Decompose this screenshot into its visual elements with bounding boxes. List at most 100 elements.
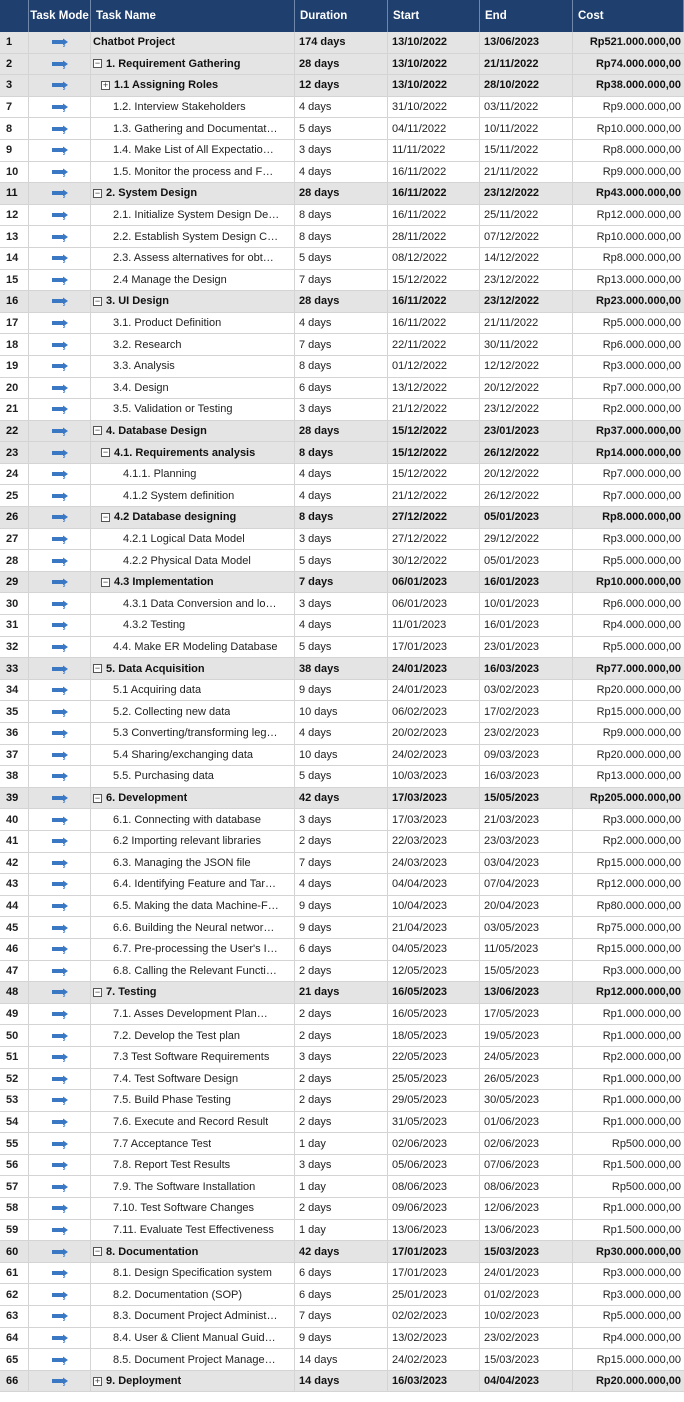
table-row[interactable]: 57 7.9. The Software Installation 1 day 08/… [0, 1176, 684, 1199]
task-mode-cell[interactable] [29, 32, 91, 53]
table-row[interactable]: 20 3.4. Design 6 days 13/12/2022 20/12/2022 R… [0, 377, 684, 400]
duration-cell[interactable]: 2 days [295, 1003, 388, 1025]
end-date-cell[interactable]: 23/03/2023 [480, 830, 573, 852]
task-name-cell[interactable]: 7.10. Test Software Changes [91, 1198, 295, 1219]
cost-cell[interactable]: Rp1.000.000,00 [573, 1069, 684, 1090]
duration-cell[interactable]: 9 days [295, 679, 388, 701]
duration-cell[interactable]: 7 days [295, 571, 388, 593]
duration-cell[interactable]: 7 days [295, 334, 388, 355]
duration-cell[interactable]: 3 days [295, 399, 388, 420]
task-mode-cell[interactable] [29, 982, 91, 1003]
collapse-minus-icon[interactable]: − [93, 188, 102, 198]
row-id-cell[interactable]: 17 [0, 312, 29, 334]
table-row[interactable]: 47 6.8. Calling the Relevant Functi… 2 day… [0, 960, 684, 983]
duration-cell[interactable]: 8 days [295, 507, 388, 528]
duration-cell[interactable]: 4 days [295, 723, 388, 744]
end-date-cell[interactable]: 28/10/2022 [480, 75, 573, 96]
duration-cell[interactable]: 3 days [295, 1154, 388, 1176]
collapse-minus-icon[interactable]: − [93, 664, 102, 674]
task-name-cell[interactable]: 4.2.2 Physical Data Model [91, 550, 295, 571]
task-mode-cell[interactable] [29, 960, 91, 982]
task-mode-cell[interactable] [29, 226, 91, 247]
cost-cell[interactable]: Rp13.000.000,00 [573, 270, 684, 291]
column-header-id[interactable] [0, 0, 29, 32]
task-mode-cell[interactable] [29, 1370, 91, 1392]
duration-cell[interactable]: 3 days [295, 139, 388, 161]
row-id-cell[interactable]: 23 [0, 442, 29, 463]
duration-cell[interactable]: 1 day [295, 1176, 388, 1198]
task-name-cell[interactable]: 4.4. Make ER Modeling Database [91, 636, 295, 658]
row-id-cell[interactable]: 51 [0, 1046, 29, 1068]
table-row[interactable]: 58 7.10. Test Software Changes 2 days 09/06… [0, 1198, 684, 1220]
row-id-cell[interactable]: 64 [0, 1327, 29, 1349]
table-row[interactable]: 54 7.6. Execute and Record Result 2 days 31… [0, 1111, 684, 1134]
start-date-cell[interactable]: 27/12/2022 [388, 528, 480, 550]
end-date-cell[interactable]: 13/06/2023 [480, 32, 573, 53]
end-date-cell[interactable]: 23/01/2023 [480, 636, 573, 658]
start-date-cell[interactable]: 21/12/2022 [388, 399, 480, 420]
cost-cell[interactable]: Rp1.000.000,00 [573, 1004, 684, 1025]
task-name-cell[interactable]: −4.1. Requirements analysis [91, 442, 295, 463]
duration-cell[interactable]: 4 days [295, 874, 388, 895]
end-date-cell[interactable]: 29/12/2022 [480, 528, 573, 550]
end-date-cell[interactable]: 13/06/2023 [480, 1219, 573, 1241]
cost-cell[interactable]: Rp205.000.000,00 [573, 788, 684, 809]
table-row[interactable]: 25 4.1.2 System definition 4 days 21/12/202… [0, 485, 684, 508]
table-row[interactable]: 12 2.1. Initialize System Design De… 8 day… [0, 204, 684, 227]
duration-cell[interactable]: 7 days [295, 269, 388, 291]
row-id-cell[interactable]: 20 [0, 377, 29, 399]
cost-cell[interactable]: Rp23.000.000,00 [573, 291, 684, 312]
table-row[interactable]: 42 6.3. Managing the JSON file 7 days 24/03… [0, 852, 684, 875]
task-mode-cell[interactable] [29, 442, 91, 463]
row-id-cell[interactable]: 63 [0, 1306, 29, 1327]
table-row[interactable]: 7 1.2. Interview Stakeholders 4 days 31/10/… [0, 96, 684, 119]
start-date-cell[interactable]: 06/01/2023 [388, 571, 480, 593]
table-row[interactable]: 33−5. Data Acquisition 38 days 24/01/2023 1… [0, 658, 684, 680]
end-date-cell[interactable]: 15/11/2022 [480, 139, 573, 161]
task-name-cell[interactable]: 4.2.1 Logical Data Model [91, 528, 295, 550]
expand-plus-icon[interactable]: + [101, 80, 110, 90]
end-date-cell[interactable]: 03/02/2023 [480, 679, 573, 701]
task-mode-cell[interactable] [29, 247, 91, 269]
cost-cell[interactable]: Rp3.000.000,00 [573, 1263, 684, 1284]
task-mode-cell[interactable] [29, 787, 91, 809]
duration-cell[interactable]: 5 days [295, 118, 388, 139]
duration-cell[interactable]: 2 days [295, 1090, 388, 1111]
duration-cell[interactable]: 6 days [295, 938, 388, 960]
cost-cell[interactable]: Rp4.000.000,00 [573, 1328, 684, 1349]
task-name-cell[interactable]: 7.3 Test Software Requirements [91, 1046, 295, 1068]
duration-cell[interactable]: 7 days [295, 852, 388, 874]
start-date-cell[interactable]: 22/11/2022 [388, 334, 480, 355]
start-date-cell[interactable]: 30/12/2022 [388, 550, 480, 571]
task-mode-cell[interactable] [29, 1306, 91, 1327]
row-id-cell[interactable]: 3 [0, 75, 29, 96]
end-date-cell[interactable]: 23/02/2023 [480, 1327, 573, 1349]
start-date-cell[interactable]: 15/12/2022 [388, 463, 480, 485]
row-id-cell[interactable]: 66 [0, 1370, 29, 1392]
cost-cell[interactable]: Rp7.000.000,00 [573, 485, 684, 506]
cost-cell[interactable]: Rp15.000.000,00 [573, 1349, 684, 1370]
table-row[interactable]: 39−6. Development 42 days 17/03/2023 15/05/… [0, 787, 684, 810]
row-id-cell[interactable]: 45 [0, 917, 29, 938]
row-id-cell[interactable]: 28 [0, 550, 29, 571]
task-name-cell[interactable]: 7.11. Evaluate Test Effectiveness [91, 1219, 295, 1241]
start-date-cell[interactable]: 04/05/2023 [388, 938, 480, 960]
end-date-cell[interactable]: 15/03/2023 [480, 1241, 573, 1262]
table-row[interactable]: 3 +1.1 Assigning Roles 12 days 13/10/2022 28… [0, 75, 684, 97]
end-date-cell[interactable]: 20/04/2023 [480, 895, 573, 917]
end-date-cell[interactable]: 23/12/2022 [480, 291, 573, 312]
duration-cell[interactable]: 4 days [295, 485, 388, 507]
task-name-cell[interactable]: 8.1. Design Specification system [91, 1262, 295, 1284]
task-name-cell[interactable]: 3.1. Product Definition [91, 312, 295, 334]
task-name-cell[interactable]: 7.1. Asses Development Plan… [91, 1003, 295, 1025]
task-mode-cell[interactable] [29, 334, 91, 355]
row-id-cell[interactable]: 59 [0, 1219, 29, 1241]
task-name-cell[interactable]: 6.3. Managing the JSON file [91, 852, 295, 874]
task-name-cell[interactable]: 6.5. Making the data Machine-F… [91, 895, 295, 917]
task-name-cell[interactable]: 4.1.1. Planning [91, 463, 295, 485]
table-row[interactable]: 64 8.4. User & Client Manual Guid… 9 days 1… [0, 1327, 684, 1350]
column-header-end[interactable]: End [480, 0, 573, 32]
table-row[interactable]: 41 6.2 Importing relevant libraries 2 days… [0, 830, 684, 853]
end-date-cell[interactable]: 14/12/2022 [480, 247, 573, 269]
cost-cell[interactable]: Rp4.000.000,00 [573, 615, 684, 636]
